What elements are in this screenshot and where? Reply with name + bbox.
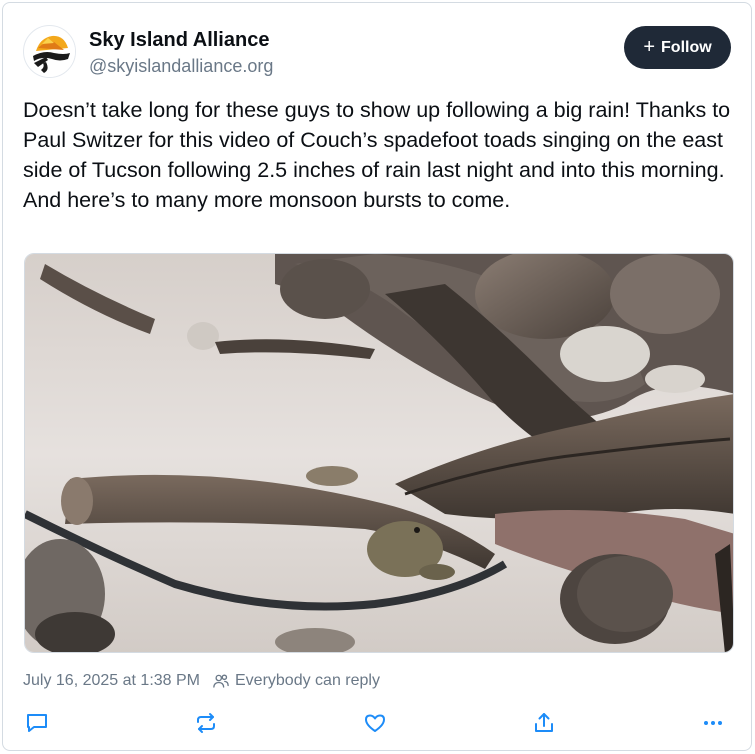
post-meta: July 16, 2025 at 1:38 PM Everybody can r… xyxy=(23,672,380,690)
share-icon xyxy=(535,713,553,732)
reply-button[interactable] xyxy=(23,709,51,737)
post-card: Sky Island Alliance @skyislandalliance.o… xyxy=(2,2,752,751)
follow-button[interactable]: + Follow xyxy=(624,26,731,69)
toads-puddle-image xyxy=(25,254,733,652)
repost-icon xyxy=(197,713,215,733)
action-bar xyxy=(23,709,731,737)
people-icon xyxy=(212,672,230,690)
share-button[interactable] xyxy=(530,709,558,737)
repost-button[interactable] xyxy=(192,709,220,737)
more-icon xyxy=(704,721,722,725)
avatar[interactable] xyxy=(23,25,76,78)
more-options-button[interactable] xyxy=(699,709,727,737)
author-display-name[interactable]: Sky Island Alliance xyxy=(89,27,273,53)
reply-icon xyxy=(27,714,47,732)
author-block[interactable]: Sky Island Alliance @skyislandalliance.o… xyxy=(89,27,273,79)
post-header: Sky Island Alliance @skyislandalliance.o… xyxy=(23,25,731,81)
like-icon xyxy=(365,714,385,732)
post-text: Doesn’t take long for these guys to show… xyxy=(23,98,731,212)
author-handle[interactable]: @skyislandalliance.org xyxy=(89,53,273,79)
reply-setting: Everybody can reply xyxy=(235,672,380,689)
post-timestamp[interactable]: July 16, 2025 at 1:38 PM xyxy=(23,672,200,690)
post-video-thumbnail[interactable] xyxy=(24,253,734,653)
like-button[interactable] xyxy=(361,709,389,737)
plus-icon: + xyxy=(643,35,656,58)
follow-button-label: Follow xyxy=(661,38,712,56)
sky-island-alliance-logo-icon xyxy=(24,26,75,77)
